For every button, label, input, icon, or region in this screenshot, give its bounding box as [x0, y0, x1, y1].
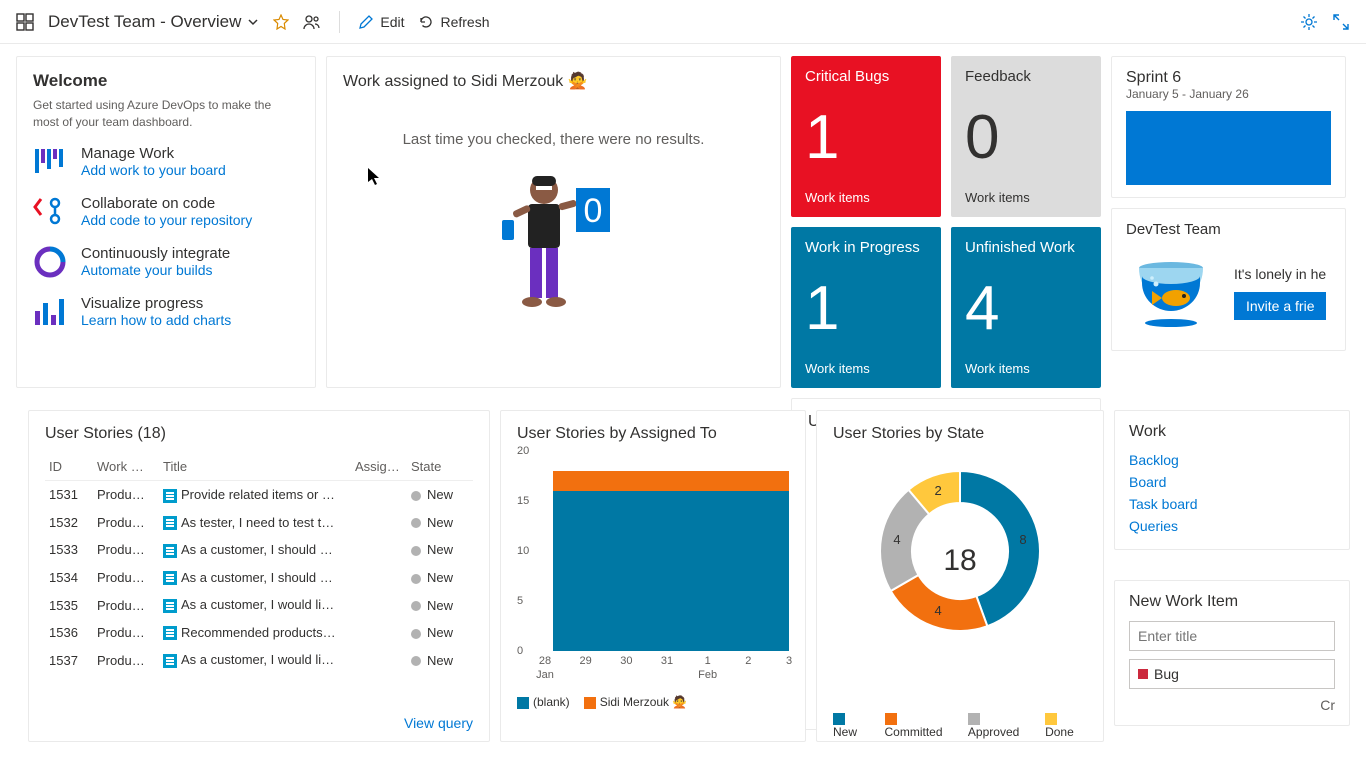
svg-text:4: 4: [934, 603, 941, 618]
donut-total: 18: [943, 544, 976, 578]
col-state[interactable]: State: [407, 453, 473, 481]
stacked-legend: (blank)Sidi Merzouk 🙅: [517, 695, 789, 709]
chevron-down-icon: [247, 16, 259, 28]
work-widget: Work BacklogBoardTask boardQueries: [1114, 410, 1350, 550]
edit-button[interactable]: Edit: [358, 14, 404, 30]
newitem-type-select[interactable]: Bug: [1129, 659, 1335, 689]
add-code-link[interactable]: Add code to your repository: [81, 212, 252, 228]
sprint-widget[interactable]: Sprint 6 January 5 - January 26: [1111, 56, 1346, 198]
user-story-icon: [163, 516, 177, 530]
table-row[interactable]: 1533Produ…As a customer, I should …New: [45, 536, 473, 564]
metrics-tiles: Critical Bugs 1 Work items Feedback 0 Wo…: [791, 56, 1101, 388]
tile-feedback[interactable]: Feedback 0 Work items: [951, 56, 1101, 217]
tile-critical-bugs[interactable]: Critical Bugs 1 Work items: [791, 56, 941, 217]
toolbar: DevTest Team - Overview Edit Refresh: [0, 0, 1366, 44]
welcome-subtitle: Get started using Azure DevOps to make t…: [33, 97, 299, 131]
donut-widget: User Stories by State 8 4 4 2 18 NewCommitt…: [816, 410, 1104, 742]
svg-text:8: 8: [1019, 532, 1026, 547]
work-link-board[interactable]: Board: [1129, 471, 1335, 493]
refresh-button[interactable]: Refresh: [418, 14, 489, 30]
stories-table: ID Work … Title Assig… State 1531Produ…P…: [45, 453, 473, 674]
tile-unfinished[interactable]: Unfinished Work 4 Work items: [951, 227, 1101, 388]
manage-work-icon: [33, 145, 67, 179]
team-icon[interactable]: [303, 13, 321, 31]
user-stories-widget-abs: User Stories (18) ID Work … Title Assig……: [28, 410, 490, 742]
stacked-title: User Stories by Assigned To: [517, 425, 789, 443]
table-row[interactable]: 1536Produ…Recommended products…New: [45, 619, 473, 647]
table-row[interactable]: 1535Produ…As a customer, I would li…New: [45, 591, 473, 619]
newitem-title-input[interactable]: [1129, 621, 1335, 651]
stacked-area-widget-abs: User Stories by Assigned To 0510152028Ja…: [500, 410, 806, 742]
work-link-queries[interactable]: Queries: [1129, 515, 1335, 537]
sprint-dates: January 5 - January 26: [1126, 87, 1331, 101]
welcome-item-title: Continuously integrate: [81, 245, 230, 262]
team-message: It's lonely in he: [1234, 266, 1326, 282]
dashboard-title-dropdown[interactable]: DevTest Team - Overview: [48, 12, 259, 32]
separator: [339, 11, 340, 33]
user-story-icon: [163, 489, 177, 503]
work-link-backlog[interactable]: Backlog: [1129, 449, 1335, 471]
add-charts-link[interactable]: Learn how to add charts: [81, 312, 231, 328]
donut-legend: NewCommittedApprovedDone: [833, 711, 1087, 739]
settings-icon[interactable]: [1300, 13, 1318, 31]
work-assigned-widget: Work assigned to Sidi Merzouk 🙅 Last tim…: [326, 56, 781, 388]
new-work-item-widget: New Work Item Bug Cr: [1114, 580, 1350, 726]
table-row[interactable]: 1534Produ…As a customer, I should …New: [45, 564, 473, 592]
col-title[interactable]: Title: [159, 453, 351, 481]
user-story-icon: [163, 599, 177, 613]
assigned-empty-message: Last time you checked, there were no res…: [343, 131, 764, 148]
dashboard-icon: [16, 13, 34, 31]
user-story-icon: [163, 626, 177, 640]
fishbowl-icon: [1126, 248, 1216, 338]
refresh-icon: [418, 14, 434, 30]
sprint-team-column: Sprint 6 January 5 - January 26 DevTest …: [1111, 56, 1346, 388]
welcome-item-title: Visualize progress: [81, 295, 231, 312]
stories-title: User Stories (18): [45, 425, 473, 443]
welcome-title: Welcome: [33, 71, 299, 91]
welcome-widget: Welcome Get started using Azure DevOps t…: [16, 56, 316, 388]
invite-friend-button[interactable]: Invite a frie: [1234, 292, 1326, 320]
newitem-create-button[interactable]: Cr: [1129, 697, 1335, 713]
table-row[interactable]: 1537Produ…As a customer, I would li…New: [45, 646, 473, 674]
visualize-icon: [33, 295, 67, 329]
view-query-link[interactable]: View query: [404, 715, 473, 731]
newitem-title: New Work Item: [1129, 593, 1335, 611]
sprint-burndown-bar: [1126, 111, 1331, 185]
empty-illustration: 0: [343, 168, 764, 328]
table-row[interactable]: 1531Produ…Provide related items or …New: [45, 481, 473, 509]
svg-text:4: 4: [893, 532, 900, 547]
tile-wip[interactable]: Work in Progress 1 Work items: [791, 227, 941, 388]
col-assigned[interactable]: Assig…: [351, 453, 407, 481]
user-story-icon: [163, 654, 177, 668]
table-row[interactable]: 1532Produ…As tester, I need to test t…Ne…: [45, 509, 473, 537]
star-icon[interactable]: [273, 14, 289, 30]
work-title: Work: [1129, 423, 1335, 441]
user-story-icon: [163, 571, 177, 585]
integrate-icon: [33, 245, 67, 279]
collaborate-icon: [33, 195, 67, 229]
team-widget: DevTest Team It's lonely in he Invite a …: [1111, 208, 1346, 351]
pencil-icon: [358, 14, 374, 30]
col-id[interactable]: ID: [45, 453, 93, 481]
sprint-title: Sprint 6: [1126, 69, 1331, 87]
expand-icon[interactable]: [1332, 13, 1350, 31]
assigned-title: Work assigned to Sidi Merzouk 🙅: [343, 71, 764, 91]
team-title: DevTest Team: [1126, 221, 1331, 238]
col-worktype[interactable]: Work …: [93, 453, 159, 481]
work-link-task-board[interactable]: Task board: [1129, 493, 1335, 515]
welcome-item-title: Manage Work: [81, 145, 226, 162]
user-story-icon: [163, 544, 177, 558]
donut-title: User Stories by State: [833, 425, 1087, 443]
automate-builds-link[interactable]: Automate your builds: [81, 262, 230, 278]
dashboard-title: DevTest Team - Overview: [48, 12, 241, 32]
add-work-link[interactable]: Add work to your board: [81, 162, 226, 178]
svg-text:0: 0: [583, 192, 602, 230]
welcome-item-title: Collaborate on code: [81, 195, 252, 212]
svg-text:2: 2: [934, 483, 941, 498]
